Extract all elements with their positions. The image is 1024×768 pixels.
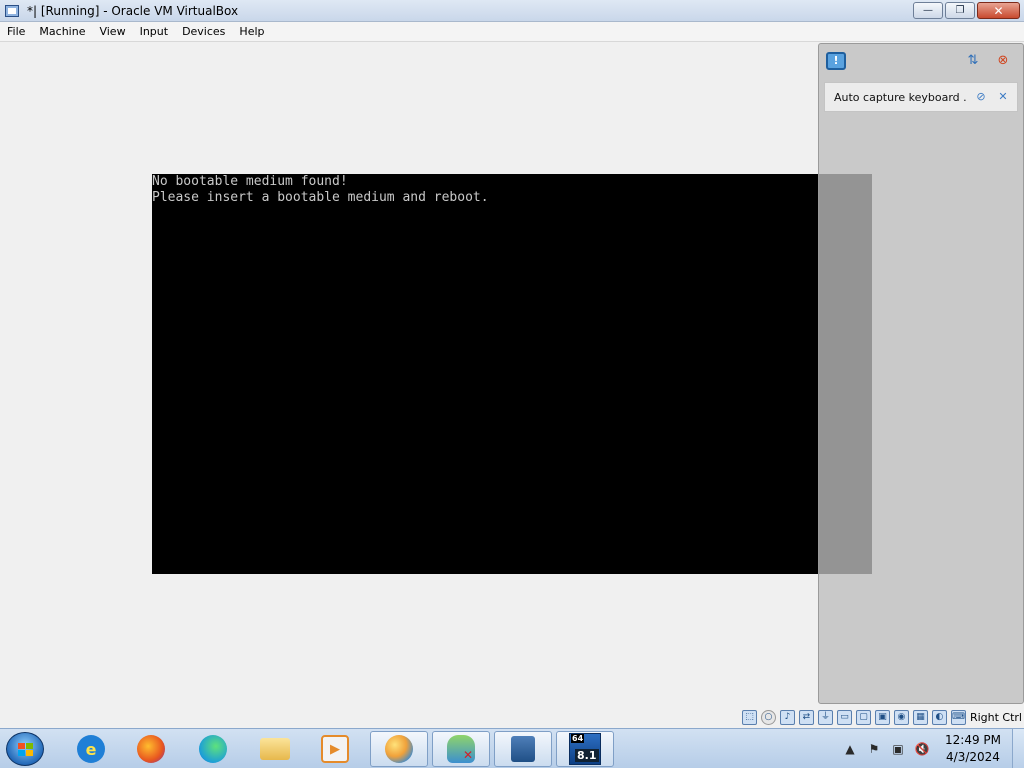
menu-help[interactable]: Help: [232, 22, 271, 42]
menu-machine[interactable]: Machine: [32, 22, 92, 42]
mouse-integration-icon[interactable]: ◐: [931, 709, 947, 725]
video-capture-icon[interactable]: ▣: [874, 709, 890, 725]
boot-message-line: Please insert a bootable medium and rebo…: [152, 190, 489, 205]
menu-file[interactable]: File: [0, 22, 32, 42]
window-title: *| [Running] - Oracle VM VirtualBox: [27, 3, 239, 18]
restore-button[interactable]: ❐: [945, 2, 975, 19]
taskbar-paint[interactable]: [370, 731, 428, 767]
notification-card[interactable]: Auto capture keyboard ... ⊘ ✕: [824, 82, 1018, 112]
clock-time: 12:49 PM: [945, 733, 1001, 747]
menu-bar: File Machine View Input Devices Help: [0, 22, 1024, 42]
keyboard-icon[interactable]: ⌨: [950, 709, 966, 725]
network-icon[interactable]: ⇄: [798, 709, 814, 725]
minimize-button[interactable]: —: [913, 2, 943, 19]
vm-arch-badge: 64: [571, 734, 585, 743]
menu-input[interactable]: Input: [133, 22, 175, 42]
file-explorer-icon: [260, 738, 290, 760]
vm-os-badge: 8.1: [575, 749, 599, 762]
paint-icon: [385, 735, 413, 763]
do-not-show-again-icon[interactable]: ⊘: [974, 90, 988, 104]
notification-center: ! ⇅ ⊗ Auto capture keyboard ... ⊘ ✕: [818, 43, 1024, 704]
virtualbox-window-icon[interactable]: [4, 3, 20, 19]
taskbar: e ▶ ✕ 64 8.1 ▲ ⚑ ▣ 🔇 12:49 PM 4/3/2024: [0, 728, 1024, 768]
window-controls: — ❐ ✕: [913, 2, 1020, 19]
taskbar-internet-explorer[interactable]: e: [62, 731, 120, 767]
taskbar-virtualbox[interactable]: [494, 731, 552, 767]
vm-screen[interactable]: No bootable medium found! Please insert …: [152, 174, 872, 574]
recording-icon[interactable]: ◉: [893, 709, 909, 725]
volume-muted-icon[interactable]: 🔇: [914, 741, 930, 757]
start-icon: [18, 743, 34, 757]
taskbar-edge[interactable]: [184, 731, 242, 767]
notification-icon[interactable]: !: [826, 52, 846, 70]
show-desktop-button[interactable]: [1012, 729, 1024, 768]
taskbar-media-player[interactable]: ▶: [306, 731, 364, 767]
close-notification-icon[interactable]: ✕: [996, 90, 1010, 104]
internet-explorer-icon: e: [77, 735, 105, 763]
virtualbox-icon: [511, 736, 535, 762]
menu-view[interactable]: View: [92, 22, 132, 42]
display-icon[interactable]: ▢: [855, 709, 871, 725]
optical-drive-icon[interactable]: ○: [760, 709, 776, 725]
system-tray: ▲ ⚑ ▣ 🔇 12:49 PM 4/3/2024: [838, 729, 1024, 768]
firefox-icon: [137, 735, 165, 763]
close-all-icon[interactable]: ⊗: [994, 53, 1012, 69]
taskbar-file-explorer[interactable]: [246, 731, 304, 767]
host-key-label[interactable]: Right Ctrl: [970, 711, 1022, 724]
menu-devices[interactable]: Devices: [175, 22, 232, 42]
hard-disk-icon[interactable]: ⬚: [741, 709, 757, 725]
cpu-icon[interactable]: ▦: [912, 709, 928, 725]
status-bar: ⬚ ○ ♪ ⇄ ⏚ ▭ ▢ ▣ ◉ ▦ ◐ ⌨ Right Ctrl: [0, 706, 1024, 728]
network-tray-icon[interactable]: ▣: [890, 741, 906, 757]
clock[interactable]: 12:49 PM 4/3/2024: [934, 732, 1012, 766]
usb-icon[interactable]: ⏚: [817, 709, 833, 725]
show-hidden-icons-icon[interactable]: ▲: [842, 741, 858, 757]
boot-message-line: No bootable medium found!: [152, 174, 348, 189]
media-player-icon: ▶: [321, 735, 349, 763]
action-center-flag-icon[interactable]: ⚑: [866, 741, 882, 757]
windows-8-1-vm-icon: 64 8.1: [569, 733, 601, 765]
taskbar-firefox[interactable]: [122, 731, 180, 767]
start-button[interactable]: [6, 732, 44, 766]
sort-icon[interactable]: ⇅: [964, 53, 982, 69]
taskbar-windows-vm[interactable]: 64 8.1: [556, 731, 614, 767]
edge-icon: [199, 735, 227, 763]
title-bar[interactable]: *| [Running] - Oracle VM VirtualBox — ❐ …: [0, 0, 1024, 22]
taskbar-network-user[interactable]: ✕: [432, 731, 490, 767]
audio-icon[interactable]: ♪: [779, 709, 795, 725]
clock-date: 4/3/2024: [946, 750, 1000, 764]
notification-text: Auto capture keyboard ...: [834, 90, 966, 104]
close-button[interactable]: ✕: [977, 2, 1020, 19]
shared-folders-icon[interactable]: ▭: [836, 709, 852, 725]
network-user-icon: ✕: [447, 735, 475, 763]
